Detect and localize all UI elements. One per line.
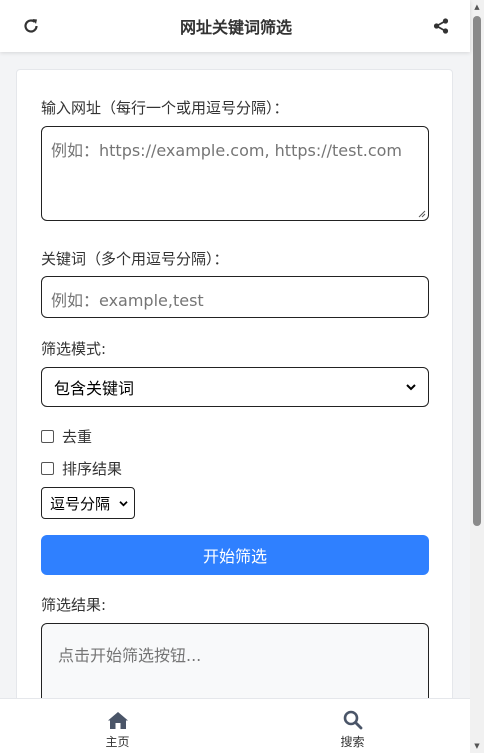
separator-selected-value: 逗号分隔 <box>50 494 111 513</box>
search-icon <box>343 710 362 730</box>
keywords-placeholder: 例如：example,test <box>51 291 204 310</box>
urls-placeholder: 例如：https://example.com, https://test.com <box>51 141 402 160</box>
keywords-input[interactable]: 例如：example,test <box>41 276 429 318</box>
nav-label-home: 主页 <box>105 734 130 749</box>
urls-label: 输入网址（每行一个或用逗号分隔）： <box>41 99 289 117</box>
separator-select[interactable]: 逗号分隔 <box>41 487 135 519</box>
nav-item-search[interactable]: 搜索 <box>235 699 470 753</box>
keywords-label: 关键词（多个用逗号分隔）： <box>41 250 229 268</box>
sort-checkbox[interactable] <box>41 462 54 475</box>
nav-item-home[interactable]: 主页 <box>0 699 235 753</box>
mode-label: 筛选模式: <box>41 340 107 358</box>
bottom-nav: 主页 搜索 <box>0 698 470 753</box>
refresh-icon <box>24 19 38 33</box>
mode-selected-value: 包含关键词 <box>54 379 135 398</box>
home-icon <box>107 711 128 729</box>
chevron-down-icon <box>119 500 128 506</box>
scrollbar[interactable]: ▲ ▼ <box>470 0 484 753</box>
share-icon <box>433 18 449 34</box>
app-header: 网址关键词筛选 <box>0 0 470 52</box>
scroll-up-icon[interactable]: ▲ <box>473 3 481 11</box>
result-placeholder: 点击开始筛选按钮... <box>58 646 202 665</box>
chevron-down-icon <box>406 384 416 391</box>
nav-label-search: 搜索 <box>340 735 365 749</box>
share-button[interactable] <box>430 15 452 37</box>
page-title: 网址关键词筛选 <box>179 18 292 37</box>
start-filter-button[interactable]: 开始筛选 <box>41 535 429 575</box>
mode-select[interactable]: 包含关键词 <box>41 367 429 407</box>
dedupe-checkbox-row[interactable]: 去重 <box>41 426 92 447</box>
dedupe-checkbox[interactable] <box>41 430 54 443</box>
result-label: 筛选结果: <box>41 596 107 614</box>
urls-textarea[interactable]: 例如：https://example.com, https://test.com <box>41 126 429 221</box>
filter-form-card: 输入网址（每行一个或用逗号分隔）： 例如：https://example.com… <box>16 69 453 733</box>
sort-checkbox-row[interactable]: 排序结果 <box>41 458 122 479</box>
dedupe-label: 去重 <box>62 428 93 446</box>
refresh-button[interactable] <box>20 15 42 37</box>
scroll-down-icon[interactable]: ▼ <box>473 742 481 750</box>
resize-handle-icon[interactable] <box>418 210 426 218</box>
scrollbar-thumb[interactable] <box>473 16 481 526</box>
sort-label: 排序结果 <box>62 460 123 478</box>
